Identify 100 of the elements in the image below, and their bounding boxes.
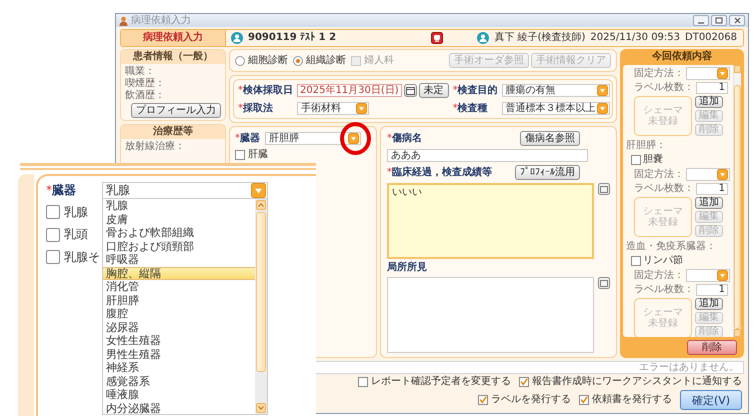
calendar-button[interactable]: [404, 84, 417, 97]
checkbox-label: 乳腺そ: [64, 250, 100, 264]
disease-name-field[interactable]: あああ: [387, 149, 588, 162]
popup-icon[interactable]: [598, 277, 610, 289]
checkbox-label: 乳腺: [64, 205, 88, 220]
scroll-up-button[interactable]: [256, 200, 266, 210]
field-label: ラベル枚数：: [634, 82, 694, 94]
fixation-dropdown[interactable]: [686, 168, 730, 181]
label-count-field[interactable]: 1: [696, 82, 728, 94]
field-label: 局所所見: [387, 262, 428, 274]
patient-id-name: 9090119 ﾃｽﾄ 1 2: [248, 32, 336, 44]
profile-reuse-button[interactable]: ﾌﾟﾛﾌｨｰﾙ流用: [515, 165, 580, 180]
field-label: *検体採取日: [238, 84, 293, 96]
terminal-id: DT002068: [685, 32, 737, 44]
label-count-field[interactable]: 1: [696, 183, 728, 195]
scrollbar[interactable]: [733, 65, 741, 337]
field-label: *傷病名: [387, 132, 422, 144]
field-label: 固定方法：: [634, 270, 684, 282]
checkbox[interactable]: [631, 256, 641, 266]
field-label: 固定方法：: [634, 68, 684, 80]
undecided-button[interactable]: 未定: [418, 83, 449, 98]
caret-icon[interactable]: [596, 85, 608, 96]
panel-title: 今回依頼内容: [651, 49, 713, 64]
field-label: 喫煙歴：: [125, 78, 166, 90]
schema-button[interactable]: 追加: [695, 197, 723, 209]
dropdown-option[interactable]: 消化管: [103, 280, 255, 294]
checkbox-label: ラベルを発行する: [491, 394, 571, 406]
close-button[interactable]: [729, 15, 745, 26]
date-field[interactable]: 2025年11月30日(日): [297, 84, 402, 97]
dropdown-option[interactable]: 女性生殖器: [103, 334, 255, 348]
schema-button[interactable]: 追加: [695, 96, 723, 108]
field-label: 飲酒歴：: [125, 90, 166, 102]
window-title: 病理依頼入力: [131, 14, 191, 26]
staff-name: 真下 綾子(検査技師): [494, 32, 586, 44]
dropdown-option[interactable]: 肝胆膵: [103, 294, 255, 307]
minimize-button[interactable]: [693, 15, 709, 26]
caret-icon[interactable]: [717, 270, 728, 281]
checkbox-label: レポート確認予定者を変更する: [371, 376, 511, 388]
caret-icon[interactable]: [596, 103, 608, 114]
field-label: *検査種: [452, 102, 488, 114]
checkbox[interactable]: [46, 250, 60, 264]
checkbox[interactable]: [235, 150, 245, 160]
scrollbar[interactable]: [255, 199, 267, 414]
person-icon: [231, 32, 243, 44]
dropdown-option[interactable]: 呼吸器: [103, 253, 255, 266]
checkbox[interactable]: [519, 377, 529, 387]
fixation-dropdown[interactable]: [686, 269, 730, 282]
field-label: ラベル枚数：: [634, 284, 694, 296]
checkbox[interactable]: [631, 155, 641, 165]
checkbox-label: 報告書作成時にワークアシスタントに通知する: [532, 376, 742, 388]
checkbox-label: 胆嚢: [643, 154, 663, 166]
dropdown-option[interactable]: 男性生殖器: [103, 348, 255, 361]
confirm-button[interactable]: 確定(V): [680, 390, 742, 410]
scroll-down-button[interactable]: [256, 403, 266, 413]
caret-icon[interactable]: [356, 103, 367, 114]
checkbox[interactable]: [478, 395, 488, 405]
dropdown-option[interactable]: 感覚器系: [103, 374, 255, 388]
scrollbar-thumb[interactable]: [256, 212, 266, 372]
dropdown-option[interactable]: 骨および軟部組織: [103, 226, 255, 240]
field-label: *検査目的: [452, 84, 498, 96]
caret-icon[interactable]: [717, 169, 728, 180]
checkbox[interactable]: [46, 228, 60, 242]
organ-dropdown[interactable]: 乳腺: [102, 182, 268, 199]
screen-title: 病理依頼入力: [121, 30, 226, 46]
field-label: ラベル枚数：: [634, 183, 694, 195]
label-count-field[interactable]: 1: [696, 284, 728, 296]
dropdown[interactable]: 手術材料: [297, 102, 369, 115]
popup-icon[interactable]: [598, 183, 610, 195]
local-findings-field[interactable]: [387, 277, 594, 353]
restore-button[interactable]: [711, 15, 727, 26]
dropdown-option[interactable]: 内分泌臓器: [103, 402, 255, 415]
caret-icon[interactable]: [717, 68, 728, 79]
close-icon: [734, 17, 740, 24]
clinical-notes-field[interactable]: いいい: [387, 183, 594, 259]
dropdown-option[interactable]: 乳腺: [103, 199, 255, 212]
field-label: 放射線治療：: [125, 141, 186, 153]
caret-icon[interactable]: [251, 183, 266, 198]
organ-dropdown[interactable]: 肝胆膵: [265, 132, 361, 145]
dropdown-option[interactable]: 胸腔、縦隔: [103, 266, 255, 280]
caret-icon[interactable]: [348, 133, 359, 144]
radio-button[interactable]: [293, 56, 303, 66]
dropdown-option[interactable]: 皮膚: [103, 212, 255, 226]
dropdown-option[interactable]: 口腔および頭頸部: [103, 240, 255, 253]
dropdown-option[interactable]: 泌尿器: [103, 320, 255, 334]
dropdown-option[interactable]: 唾液腺: [103, 388, 255, 402]
dropdown-option[interactable]: 腹腔: [103, 307, 255, 320]
checkbox-label: リンパ節: [643, 255, 683, 267]
checkbox[interactable]: [46, 205, 60, 220]
profile-button[interactable]: プロフィール入力: [131, 103, 221, 118]
fixation-dropdown[interactable]: [686, 67, 730, 80]
highlight-circle: [340, 122, 371, 155]
schema-button[interactable]: 追加: [695, 298, 723, 310]
disease-lookup-button[interactable]: 傷病名参照: [520, 131, 580, 146]
checkbox[interactable]: [579, 395, 589, 405]
radio-button[interactable]: [235, 56, 245, 66]
checkbox[interactable]: [358, 377, 368, 387]
dropdown[interactable]: 腫瘍の有無: [502, 84, 610, 97]
status-icon: [431, 32, 444, 44]
delete-button[interactable]: 削除: [687, 340, 737, 355]
dropdown[interactable]: 普通標本３標本以上: [502, 102, 610, 115]
